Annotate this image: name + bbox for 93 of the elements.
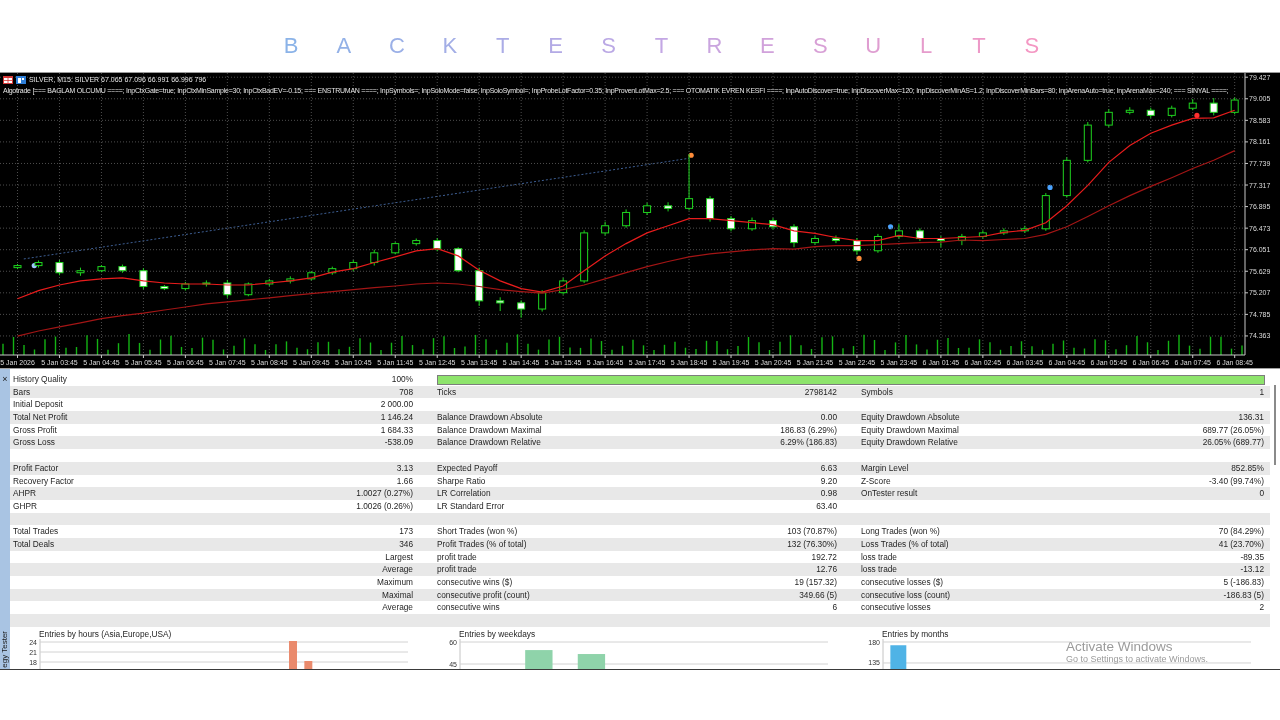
stat-value: 0.00 (820, 411, 837, 424)
stat-label: Symbols (861, 385, 893, 399)
stat-label: OnTester result (861, 487, 918, 500)
stat-label: consecutive losses ($) (861, 576, 944, 589)
stat-value: 3.13 (396, 461, 413, 475)
stat-label: Gross Profit (13, 423, 57, 437)
chart-title: Entries by months (882, 628, 949, 639)
stat-label: Initial Deposit (13, 398, 63, 412)
stat-value: 1.0027 (0.27%) (356, 487, 413, 500)
stat-label: Z-Score (861, 474, 891, 488)
stat-value: 689.77 (26.05%) (1202, 423, 1264, 437)
stat-value: 192.72 (811, 550, 837, 564)
stat-label: Average (382, 601, 413, 615)
stat-value: 9.20 (820, 474, 837, 488)
stat-label: consecutive wins (437, 601, 500, 615)
stat-label: Largest (385, 550, 413, 564)
stat-value: 346 (399, 537, 413, 551)
stat-value: 19 (157.32) (794, 576, 837, 589)
stat-label: loss trade (861, 550, 897, 564)
stat-label: consecutive losses (861, 601, 931, 615)
stat-value: 26.05% (689.77) (1202, 436, 1264, 450)
stat-label: Average (382, 563, 413, 576)
stat-value: -186.83 (5) (1223, 588, 1264, 602)
stat-label: Equity Drawdown Relative (861, 436, 958, 450)
stat-value: 186.83 (6.29%) (780, 423, 837, 437)
stat-label: AHPR (13, 487, 37, 500)
activation-hint: Go to Settings to activate Windows. (1066, 654, 1209, 665)
stat-label: Long Trades (won %) (861, 525, 940, 538)
stat-value: 6.63 (820, 461, 837, 475)
stat-label: profit trade (437, 563, 477, 576)
stat-value: 852.85% (1231, 461, 1264, 475)
stat-value: 70 (84.29%) (1218, 525, 1264, 538)
stat-label: Equity Drawdown Absolute (861, 411, 960, 424)
stat-label: Sharpe Ratio (437, 474, 486, 488)
stat-label: Expected Payoff (437, 461, 498, 475)
stat-value: 173 (399, 525, 413, 538)
stat-value: 1.0026 (0.26%) (356, 499, 413, 513)
chart-title: Entries by hours (Asia,Europe,USA) (39, 628, 172, 639)
stat-label: Short Trades (won %) (437, 525, 518, 538)
stat-label: Maximum (377, 576, 413, 589)
stat-label: Margin Level (861, 461, 909, 475)
stat-value: 5 (-186.83) (1223, 576, 1264, 589)
page-title: B A C K T E S T R E S U L T S (283, 33, 1041, 59)
stat-label: Balance Drawdown Maximal (437, 423, 542, 437)
stat-value: 1 (1259, 385, 1264, 399)
stat-label: Ticks (437, 385, 457, 399)
stat-label: Total Deals (13, 537, 55, 551)
stat-label: consecutive loss (count) (861, 588, 950, 602)
stat-label: LR Correlation (437, 487, 491, 500)
stat-label: Profit Factor (13, 461, 59, 475)
stat-label: loss trade (861, 563, 897, 576)
stat-label: consecutive profit (count) (437, 588, 530, 602)
stat-label: GHPR (13, 499, 37, 513)
stat-value: 100% (391, 373, 413, 386)
stat-label: Equity Drawdown Maximal (861, 423, 959, 437)
stat-value: 0 (1259, 487, 1264, 500)
stat-label: Total Trades (13, 525, 59, 538)
stat-value: 708 (399, 385, 413, 399)
stat-value: -3.40 (99.74%) (1209, 474, 1264, 488)
stat-value: 6 (832, 601, 837, 615)
stat-value: -13.12 (1240, 563, 1264, 576)
stat-value: 6.29% (186.83) (780, 436, 837, 450)
stat-label: Gross Loss (13, 436, 55, 450)
stat-label: Profit Trades (% of total) (437, 537, 527, 551)
stat-label: consecutive wins ($) (437, 576, 513, 589)
stat-value: 349.66 (5) (799, 588, 837, 602)
stat-label: Total Net Profit (13, 411, 68, 424)
stat-value: 1 684.33 (380, 423, 413, 437)
stat-value: 132 (76.30%) (787, 537, 837, 551)
stat-label: Maximal (382, 588, 413, 602)
stat-value: 0.98 (820, 487, 837, 500)
stat-label: Balance Drawdown Relative (437, 436, 541, 450)
stat-value: 103 (70.87%) (787, 525, 837, 538)
chart-title: Entries by weekdays (459, 628, 536, 639)
stat-value: 41 (23.70%) (1218, 537, 1264, 551)
activation-title: Activate Windows (1066, 639, 1174, 654)
stat-value: 2 (1259, 601, 1264, 615)
stat-value: 2 000.00 (380, 398, 413, 412)
stat-label: History Quality (13, 373, 67, 386)
stat-value: 1.66 (396, 474, 413, 488)
stat-label: LR Standard Error (437, 499, 505, 513)
stat-value: 63.40 (816, 499, 837, 513)
stat-label: profit trade (437, 550, 477, 564)
stat-label: Balance Drawdown Absolute (437, 411, 543, 424)
stat-value: 12.76 (816, 563, 837, 576)
stat-value: -538.09 (384, 436, 413, 450)
stat-label: Recovery Factor (13, 474, 74, 488)
stat-value: 2798142 (804, 385, 837, 399)
stat-label: Loss Trades (% of total) (861, 537, 949, 551)
stat-value: 1 146.24 (380, 411, 413, 424)
stat-label: Bars (13, 385, 31, 399)
stat-value: -89.35 (1240, 550, 1264, 564)
stat-value: 136.31 (1238, 411, 1264, 424)
